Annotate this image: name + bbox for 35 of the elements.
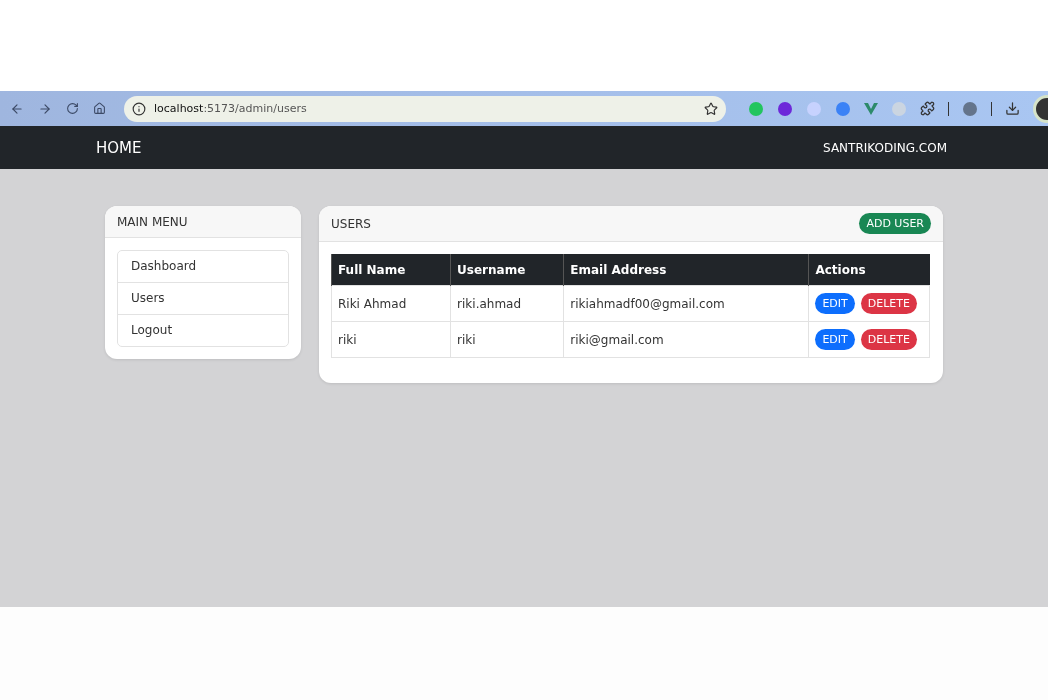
delete-button[interactable]: DELETE xyxy=(860,293,917,314)
card-title: USERS xyxy=(331,216,371,231)
table-cell: rikiahmadf00@gmail.com xyxy=(563,285,809,322)
reload-button[interactable] xyxy=(66,102,79,115)
card-title: MAIN MENU xyxy=(117,214,188,229)
download-icon[interactable] xyxy=(1005,101,1020,116)
extension-icon[interactable] xyxy=(962,100,978,117)
extension-icon[interactable] xyxy=(777,100,793,117)
column-header: Username xyxy=(450,254,564,286)
table-cell: riki@gmail.com xyxy=(563,321,809,358)
column-header: Full Name xyxy=(331,254,451,286)
menu-item[interactable]: Logout xyxy=(118,314,288,346)
star-icon[interactable] xyxy=(704,101,718,116)
table-cell: riki xyxy=(331,321,451,358)
column-header: Actions xyxy=(808,254,930,286)
edit-button[interactable]: EDIT xyxy=(815,329,855,350)
url-text: localhost:5173/admin/users xyxy=(154,102,308,115)
forward-button[interactable] xyxy=(38,101,52,116)
home-link[interactable]: HOME xyxy=(96,138,142,157)
puzzle-icon[interactable] xyxy=(920,101,935,116)
site-link[interactable]: SANTRIKODING.COM xyxy=(823,140,947,155)
table-cell: Riki Ahmad xyxy=(331,285,451,322)
edit-button[interactable]: EDIT xyxy=(815,293,855,314)
info-icon[interactable] xyxy=(132,101,146,116)
delete-button[interactable]: DELETE xyxy=(860,329,917,350)
extension-icon[interactable] xyxy=(864,102,878,115)
table-cell: riki xyxy=(450,321,564,358)
add-user-button[interactable]: ADD USER xyxy=(859,213,931,234)
back-button[interactable] xyxy=(10,101,24,116)
menu-item[interactable]: Users xyxy=(118,282,288,314)
address-bar[interactable]: localhost:5173/admin/users xyxy=(124,95,726,122)
table-cell: riki.ahmad xyxy=(450,285,564,322)
home-button[interactable] xyxy=(93,102,106,115)
menu-item[interactable]: Dashboard xyxy=(118,251,288,282)
column-header: Email Address xyxy=(563,254,809,286)
